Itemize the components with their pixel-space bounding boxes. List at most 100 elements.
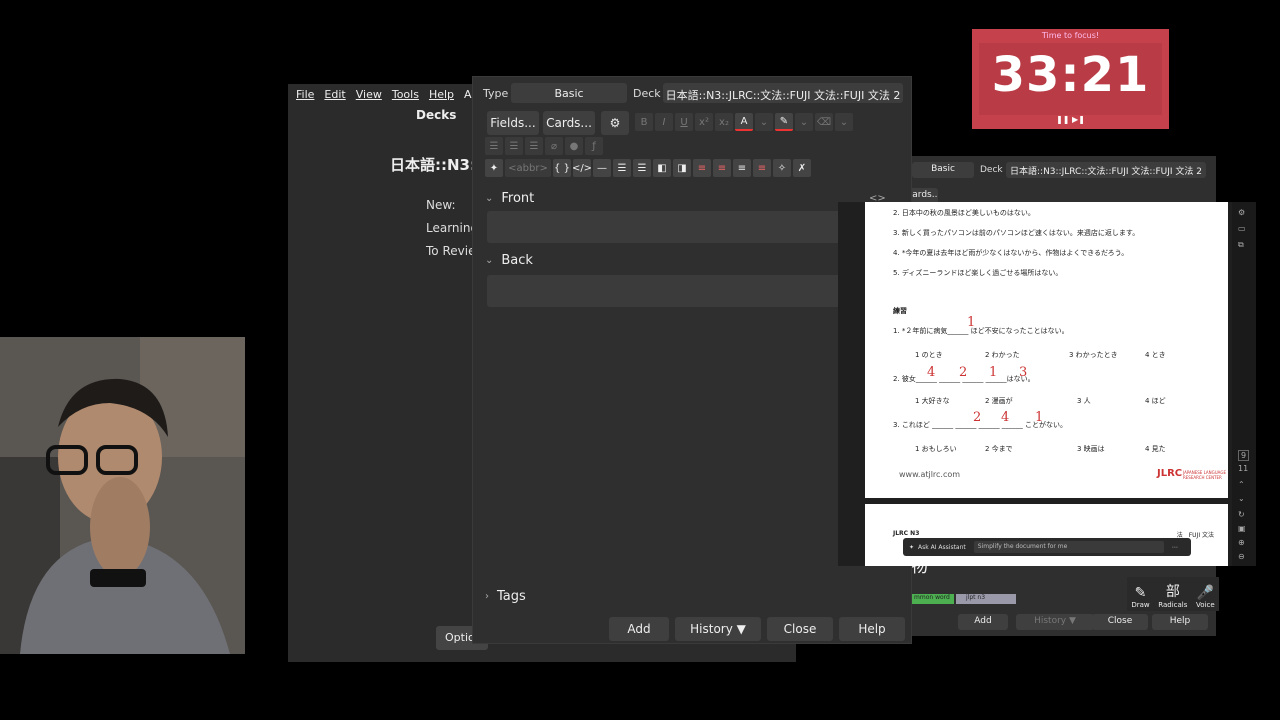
ai-label: Ask AI Assistant	[918, 543, 966, 551]
timer-controls[interactable]: ❚❚ ▶❚	[972, 115, 1169, 124]
braces-icon[interactable]: { }	[553, 159, 571, 177]
chevron-down-icon[interactable]: ⌄	[755, 113, 773, 131]
ai-assistant-bar: ✦ Ask AI Assistant Simplify the document…	[903, 538, 1191, 556]
front-field[interactable]	[487, 211, 841, 243]
more-icon[interactable]: ⋯	[1172, 544, 1178, 551]
page-number[interactable]: 9	[1238, 450, 1250, 461]
ordered-list-icon[interactable]: ☰	[633, 159, 651, 177]
subscript-icon[interactable]: x₂	[715, 113, 733, 131]
bullet-list-icon[interactable]: ☰	[485, 137, 503, 155]
function-icon[interactable]: ƒ	[585, 137, 603, 155]
ai-input[interactable]: Simplify the document for me	[973, 541, 1164, 553]
microphone-icon[interactable]: ●	[565, 137, 583, 155]
q2-option: 2 漫画が	[985, 397, 1013, 405]
close-button[interactable]: Close	[767, 617, 833, 641]
help-button[interactable]: Help	[839, 617, 905, 641]
chevron-up-icon[interactable]: ⌃	[1238, 480, 1245, 489]
history-button-2[interactable]: History ▼	[1016, 614, 1094, 630]
bookmark-icon[interactable]: ▭	[1238, 224, 1246, 233]
type-select[interactable]: Basic	[511, 83, 627, 103]
deck-label-2: Deck	[980, 165, 1003, 175]
underline-icon[interactable]: U	[675, 113, 693, 131]
timer-caption: Time to focus!	[1041, 31, 1100, 40]
tags-section-header[interactable]: › Tags	[485, 589, 526, 604]
clear-format-icon[interactable]: ✗	[793, 159, 811, 177]
q1-option: 4 とき	[1145, 351, 1166, 359]
handwritten-answer: 1	[967, 315, 976, 330]
format-toolbar-row1: B I U x² x₂ A ⌄ ✎ ⌄ ⌫ ⌄	[635, 113, 855, 131]
microphone-icon: 🎤	[1196, 585, 1215, 601]
back-section-header[interactable]: ⌄ Back	[485, 253, 533, 268]
chevron-down-icon[interactable]: ⌄	[795, 113, 813, 131]
q3-option: 2 今まで	[985, 445, 1013, 453]
sparkle-icon[interactable]: ✧	[773, 159, 791, 177]
gear-icon[interactable]: ⚙	[601, 111, 629, 135]
handwritten-answer: 2	[959, 365, 968, 380]
highlight-icon[interactable]: ✎	[775, 113, 793, 131]
deck-select-2[interactable]: 日本語::N3::JLRC::文法::FUJI 文法::FUJI 文法 2	[1006, 162, 1206, 178]
copy-icon[interactable]: ⧉	[1238, 240, 1244, 250]
menu-tools[interactable]: Tools	[392, 88, 419, 102]
align-right-icon[interactable]: ≡	[733, 159, 751, 177]
bold-icon[interactable]: B	[635, 113, 653, 131]
add-button-2[interactable]: Add	[958, 614, 1008, 630]
menu-edit[interactable]: Edit	[324, 88, 345, 102]
history-button[interactable]: History ▼	[675, 617, 761, 641]
radicals-tool[interactable]: 部 Radicals	[1158, 581, 1187, 609]
close-button-2[interactable]: Close	[1092, 614, 1148, 630]
menu-file[interactable]: File	[296, 88, 314, 102]
front-section-header[interactable]: ⌄ Front	[485, 191, 534, 206]
pdf-line: 5. ディズニーランドほど楽しく過ごせる場所はない。	[893, 269, 1063, 277]
zoom-out-icon[interactable]: ⊖	[1238, 552, 1245, 561]
numbered-list-icon[interactable]: ☰	[505, 137, 523, 155]
footer-url: www.atjlrc.com	[899, 470, 961, 479]
attach-icon[interactable]: ⌀	[545, 137, 563, 155]
deck-select[interactable]: 日本語::N3::JLRC::文法::FUJI 文法::FUJI 文法 2	[663, 83, 903, 103]
q3-option: 1 おもしろい	[915, 445, 957, 453]
draw-tool[interactable]: ✎ Draw	[1131, 585, 1149, 609]
hr-icon[interactable]: —	[593, 159, 611, 177]
draw-icon: ✎	[1134, 585, 1147, 601]
menu-help[interactable]: Help	[429, 88, 454, 102]
indent-icon[interactable]: ◨	[673, 159, 691, 177]
handwritten-answer: 2	[973, 410, 982, 425]
align-justify-icon[interactable]: ≡	[753, 159, 771, 177]
outdent-icon[interactable]: ◧	[653, 159, 671, 177]
add-button[interactable]: Add	[609, 617, 669, 641]
cards-button[interactable]: Cards...	[543, 111, 595, 135]
align-icon[interactable]: ☰	[525, 137, 543, 155]
q1-option: 2 わかった	[985, 351, 1020, 359]
zoom-in-icon[interactable]: ⊕	[1238, 538, 1245, 547]
q3-option: 4 見た	[1145, 445, 1166, 453]
text-color-icon[interactable]: A	[735, 113, 753, 131]
pin-icon[interactable]: ✦	[485, 159, 503, 177]
pdf-sidebar: ⚙ ▭ ⧉ 9 11 ⌃ ⌄ ↻ ▣ ⊕ ⊖	[1232, 202, 1256, 566]
fit-icon[interactable]: ▣	[1238, 524, 1246, 533]
deck-label: Deck	[633, 87, 661, 100]
q2-option: 1 大好きな	[915, 397, 950, 405]
italic-icon[interactable]: I	[655, 113, 673, 131]
align-left-icon[interactable]: ≡	[713, 159, 731, 177]
abbr-button[interactable]: <abbr>	[505, 159, 551, 177]
handwritten-answer: 3	[1019, 365, 1028, 380]
type-select-2[interactable]: Basic	[912, 162, 974, 178]
pdf-page: 2. 日本中の秋の風景ほど美しいものはない。 3. 新しく買ったパソコンは前のパ…	[865, 202, 1228, 498]
fields-button[interactable]: Fields...	[487, 111, 539, 135]
back-field[interactable]	[487, 275, 841, 307]
menu-view[interactable]: View	[356, 88, 382, 102]
align-center-icon[interactable]: ≡	[693, 159, 711, 177]
settings-icon[interactable]: ⚙	[1238, 208, 1245, 217]
chevron-down-icon[interactable]: ⌄	[1238, 494, 1245, 503]
eraser-icon[interactable]: ⌫	[815, 113, 833, 131]
code-icon[interactable]: </>	[572, 159, 592, 177]
help-button-2[interactable]: Help	[1152, 614, 1208, 630]
q2-option: 4 ほど	[1145, 397, 1166, 405]
superscript-icon[interactable]: x²	[695, 113, 713, 131]
voice-label: Voice	[1196, 601, 1215, 609]
rotate-icon[interactable]: ↻	[1238, 510, 1245, 519]
q1-option: 3 わかったとき	[1069, 351, 1118, 359]
chevron-down-icon[interactable]: ⌄	[835, 113, 853, 131]
voice-tool[interactable]: 🎤 Voice	[1196, 585, 1215, 609]
list-icon[interactable]: ☰	[613, 159, 631, 177]
page-total: 11	[1238, 464, 1249, 473]
